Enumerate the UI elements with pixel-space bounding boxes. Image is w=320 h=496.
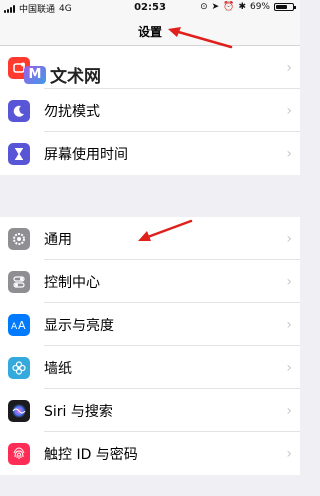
gear-icon	[8, 227, 30, 250]
chevron-right-icon: ›	[286, 102, 292, 119]
settings-row-display-brightness[interactable]: AA 显示与亮度 ›	[0, 303, 300, 346]
battery-icon	[274, 3, 296, 11]
toggles-icon	[8, 270, 30, 293]
battery-percent: 69%	[249, 2, 270, 12]
flower-icon	[8, 356, 30, 379]
chevron-right-icon: ›	[286, 59, 292, 76]
alarm-icon: ⏰	[223, 2, 235, 12]
settings-row-label: 屏幕使用时间	[44, 146, 128, 163]
settings-row-siri-search[interactable]: Siri 与搜索 ›	[0, 389, 300, 432]
chevron-right-icon: ›	[286, 445, 292, 462]
settings-row-label: 控制中心	[44, 274, 100, 291]
watermark-logo-icon: M	[24, 65, 46, 84]
settings-row-wallpaper[interactable]: 墙纸 ›	[0, 346, 300, 389]
settings-row-touch-id-passcode[interactable]: 触控 ID 与密码 ›	[0, 432, 300, 475]
location-icon: ➤	[211, 2, 220, 12]
watermark: M 文术网	[24, 62, 101, 87]
chevron-right-icon: ›	[286, 402, 292, 419]
moon-icon	[8, 99, 30, 122]
chevron-right-icon: ›	[286, 316, 292, 333]
red-arrow-annotation	[138, 219, 193, 241]
status-right: ⊙ ➤ ⏰ ✱ 69%	[200, 2, 296, 12]
settings-row-label: Siri 与搜索	[44, 403, 113, 420]
svg-text:A: A	[11, 322, 18, 331]
chevron-right-icon: ›	[286, 230, 292, 247]
settings-group-2: 通用 › 控制中心 › AA 显示与亮度 › 墙纸 › Siri 与搜索 › 触…	[0, 217, 300, 475]
page-title: 设置	[137, 25, 162, 39]
watermark-text: 文术网	[50, 67, 101, 87]
red-arrow-annotation	[168, 27, 233, 49]
chevron-right-icon: ›	[286, 359, 292, 376]
hourglass-icon	[8, 142, 30, 165]
svg-text:A: A	[18, 319, 26, 331]
fingerprint-icon	[8, 442, 30, 465]
settings-row-control-center[interactable]: 控制中心 ›	[0, 260, 300, 303]
settings-row-label: 显示与亮度	[44, 317, 114, 334]
settings-row-label: 勿扰模式	[44, 103, 100, 120]
siri-icon	[8, 399, 30, 422]
battery-fill	[276, 5, 288, 9]
settings-row-do-not-disturb[interactable]: 勿扰模式 ›	[0, 89, 300, 132]
chevron-right-icon: ›	[286, 273, 292, 290]
text-size-icon: AA	[8, 313, 30, 336]
nav-bar: 设置	[0, 18, 300, 46]
settings-row-label: 触控 ID 与密码	[44, 446, 138, 463]
lock-rotation-icon: ⊙	[200, 2, 208, 12]
settings-row-screen-time[interactable]: 屏幕使用时间 ›	[0, 132, 300, 175]
settings-row-label: 墙纸	[44, 360, 72, 377]
bluetooth-icon: ✱	[238, 2, 246, 12]
chevron-right-icon: ›	[286, 145, 292, 162]
status-bar: 中国联通 4G 02:53 ⊙ ➤ ⏰ ✱ 69%	[0, 0, 300, 18]
